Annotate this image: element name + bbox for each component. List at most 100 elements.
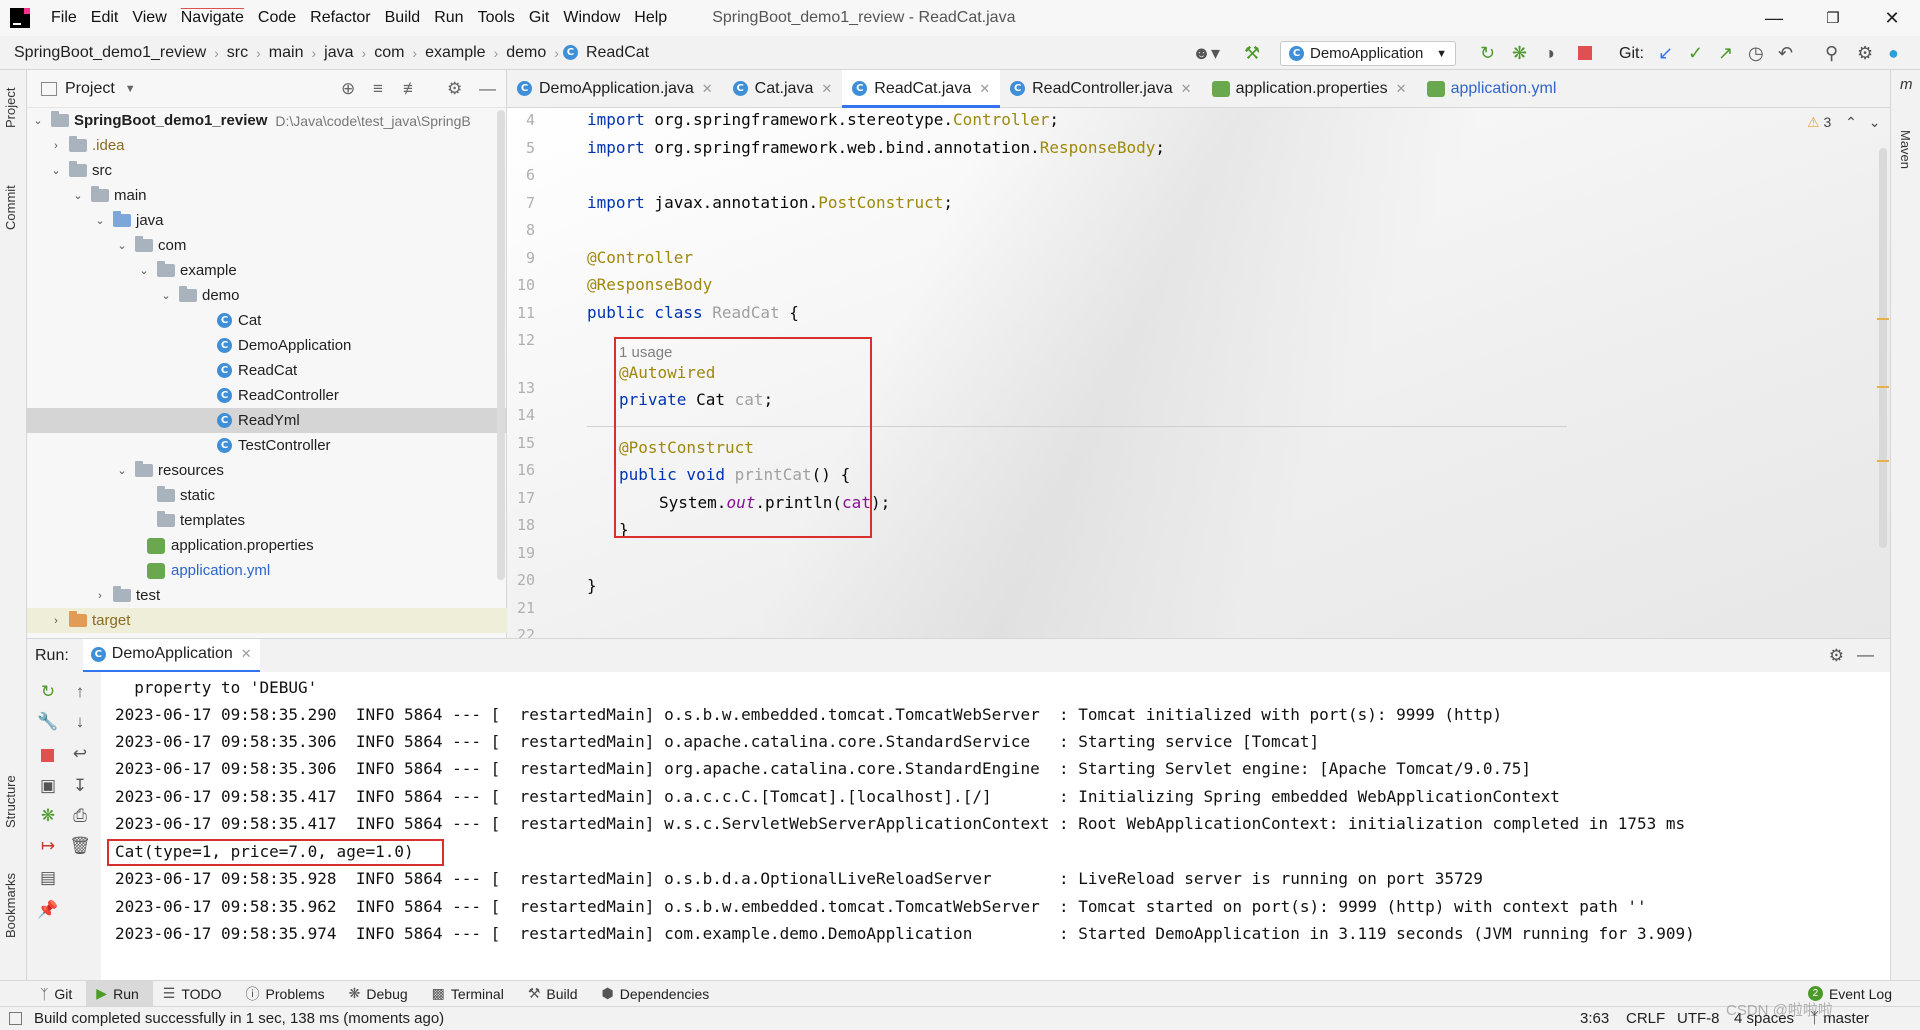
run-tab-demoapplication[interactable]: C DemoApplication ✕ [82,638,260,673]
tree-item-application-properties[interactable]: application.properties [27,533,507,558]
arrow-down-icon[interactable]: ↓ [67,712,93,732]
tree-item-idea[interactable]: › .idea [27,133,507,158]
tab-application-yml[interactable]: application.yml [1417,70,1567,108]
rollback-icon[interactable]: ↶ [1778,43,1793,63]
tree-item-src[interactable]: ⌄ src [27,158,507,183]
tree-item-templates[interactable]: templates [27,508,507,533]
settings-gear-icon[interactable]: ⚙ [1857,43,1873,63]
tree-item-target[interactable]: › target [27,608,507,633]
tool-debug[interactable]: ❋ Debug [339,981,422,1007]
status-message[interactable]: Build completed successfully in 1 sec, 1… [34,1010,444,1027]
tab-readcontroller-java[interactable]: C ReadController.java ✕ [1000,70,1201,108]
menu-code[interactable]: Code [251,9,303,27]
close-icon[interactable]: ✕ [821,81,832,97]
chevron-down-icon[interactable]: ⌄ [1869,114,1881,130]
close-icon[interactable]: ✕ [1181,81,1192,97]
breadcrumb-example[interactable]: example [421,44,489,62]
project-panel-title[interactable]: Project [65,80,115,98]
jetbrains-toolbox-icon[interactable]: ● [1888,43,1899,63]
chevron-down-icon[interactable]: ▼ [125,83,136,95]
menu-refactor[interactable]: Refactor [303,9,377,27]
print-icon[interactable]: ⎙ [67,806,93,826]
collapse-all-icon[interactable]: ≢ [403,79,420,99]
chevron-up-icon[interactable]: ⌃ [1845,114,1857,130]
breadcrumb-readcat[interactable]: ReadCat [582,44,653,62]
editor-scrollbar[interactable] [1879,148,1887,548]
hide-panel-icon[interactable]: — [479,79,496,99]
menu-file[interactable]: File [44,9,84,27]
history-icon[interactable]: ◷ [1748,43,1764,63]
file-encoding[interactable]: UTF-8 [1677,1010,1720,1027]
coverage-icon[interactable]: ◑ [1544,43,1555,63]
run-panel-settings-icon[interactable]: ⚙ [1829,646,1844,666]
menu-git[interactable]: Git [522,9,556,27]
breadcrumb-src[interactable]: src [223,44,252,62]
tree-item-project-root[interactable]: ⌄ SpringBoot_demo1_review D:\Java\code\t… [27,108,507,133]
tool-todo[interactable]: ☰ TODO [153,981,236,1007]
git-push-icon[interactable]: ↗ [1718,43,1733,63]
maven-tool-button[interactable]: Maven [1898,130,1913,169]
trash-icon[interactable]: 🗑 [67,836,93,856]
commit-tool-button[interactable]: Commit [3,185,18,230]
tool-run[interactable]: ▶ Run [86,980,153,1007]
breadcrumb-main[interactable]: main [265,44,308,62]
tab-cat-java[interactable]: C Cat.java ✕ [723,70,843,108]
restore-icon[interactable]: ❐ [1805,0,1861,36]
menu-view[interactable]: View [125,9,173,27]
tool-terminal[interactable]: ▩ Terminal [422,981,518,1007]
arrow-up-icon[interactable]: ↑ [67,682,93,702]
tab-application-properties[interactable]: application.properties ✕ [1202,70,1417,108]
structure-tool-button[interactable]: Structure [3,775,18,828]
console-output[interactable]: property to 'DEBUG' 2023-06-17 09:58:35.… [101,672,1890,980]
soft-wrap-icon[interactable]: ↩ [67,744,93,764]
tree-item-demo[interactable]: ⌄ demo [27,283,507,308]
warnings-indicator[interactable]: ⚠ 3 ⌃ ⌄ [1807,114,1881,131]
rerun-icon[interactable]: ↻ [1480,43,1495,63]
menu-tools[interactable]: Tools [471,9,522,27]
rerun-icon[interactable]: ↻ [35,682,61,702]
camera-icon[interactable]: ▣ [35,776,61,796]
scroll-to-end-icon[interactable]: ↧ [67,776,93,796]
tab-demoapplication-java[interactable]: C DemoApplication.java ✕ [507,70,723,108]
tree-item-main[interactable]: ⌄ main [27,183,507,208]
tree-item-readcontroller[interactable]: C ReadController [27,383,507,408]
layout-icon[interactable]: ▤ [35,868,61,888]
debug-icon[interactable]: ❋ [1512,43,1527,63]
menu-help[interactable]: Help [627,9,674,27]
menu-window[interactable]: Window [556,9,627,27]
search-icon[interactable]: ⚲ [1825,43,1838,63]
breadcrumb-com[interactable]: com [370,44,408,62]
user-icon[interactable]: ☻▾ [1192,43,1220,63]
tree-item-application-yml[interactable]: application.yml [27,558,507,583]
stop-icon[interactable] [1578,46,1592,60]
exit-icon[interactable]: ↦ [35,836,61,856]
project-tool-button[interactable]: Project [3,88,18,128]
menu-run[interactable]: Run [427,9,470,27]
tree-item-static[interactable]: static [27,483,507,508]
menu-edit[interactable]: Edit [84,9,126,27]
close-window-icon[interactable]: ✕ [1864,0,1920,36]
breadcrumb-demo[interactable]: demo [502,44,550,62]
tree-item-readcat[interactable]: C ReadCat [27,358,507,383]
close-icon[interactable]: ✕ [979,81,990,97]
tree-item-demoapplication[interactable]: C DemoApplication [27,333,507,358]
tab-readcat-java[interactable]: C ReadCat.java ✕ [842,69,1001,108]
tree-item-java[interactable]: ⌄ java [27,208,507,233]
stop-icon[interactable] [41,749,54,762]
tree-item-readyml[interactable]: C ReadYml [27,408,507,433]
git-update-icon[interactable]: ↙ [1658,43,1673,63]
build-hammer-icon[interactable]: ⚒ [1244,43,1260,63]
tree-item-com[interactable]: ⌄ com [27,233,507,258]
minimize-icon[interactable]: — [1746,0,1802,36]
status-toggle-icon[interactable] [9,1012,22,1025]
line-separator[interactable]: CRLF [1626,1010,1665,1027]
tool-build[interactable]: ⚒ Build [518,981,592,1007]
hide-panel-icon[interactable]: — [1857,645,1874,665]
tool-problems[interactable]: ⓘ Problems [236,981,339,1007]
project-scrollbar[interactable] [497,110,505,580]
run-configuration-select[interactable]: C DemoApplication ▼ [1280,41,1456,66]
tree-item-resources[interactable]: ⌄ resources [27,458,507,483]
tree-item-testcontroller[interactable]: C TestController [27,433,507,458]
breadcrumb-java[interactable]: java [320,44,357,62]
close-icon[interactable]: ✕ [1396,81,1407,97]
